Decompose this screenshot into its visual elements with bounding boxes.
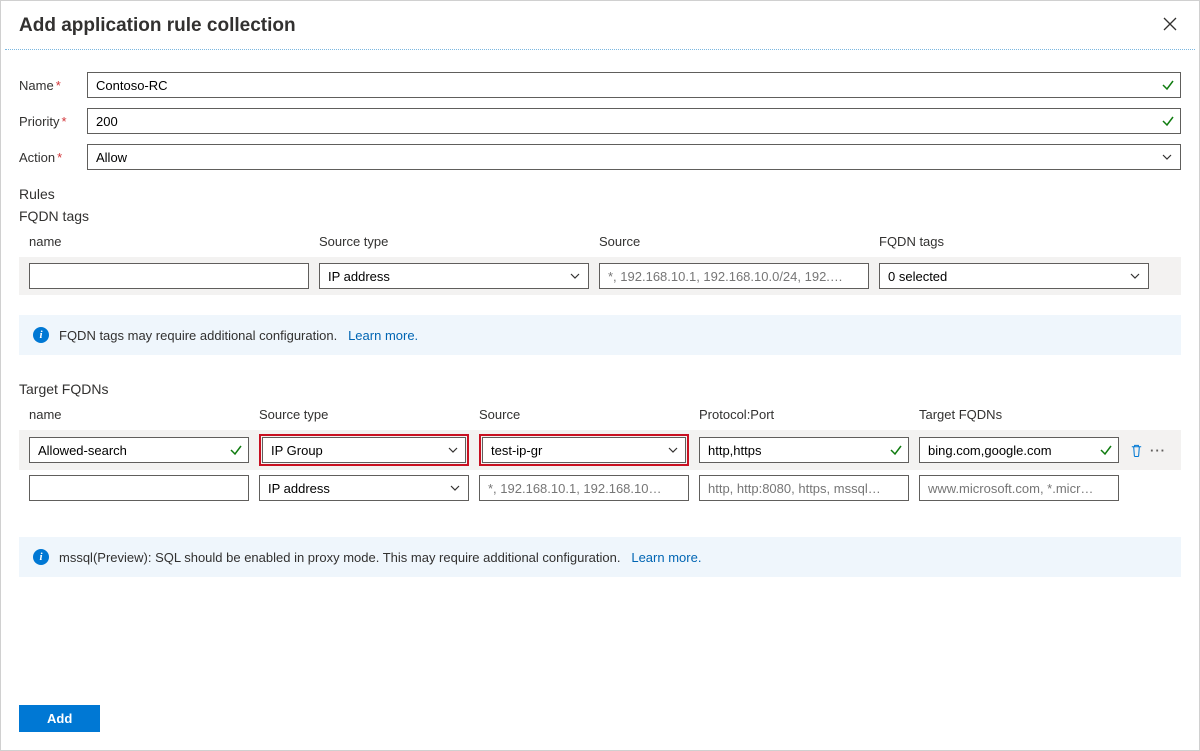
priority-field[interactable] [87, 108, 1181, 134]
action-select[interactable] [87, 144, 1181, 170]
panel-title: Add application rule collection [19, 15, 296, 37]
row-action: Action* [19, 144, 1181, 170]
info-icon: i [33, 549, 49, 565]
tfqdn-name-field[interactable] [29, 475, 249, 501]
col-header-fqdn-tags: FQDN tags [879, 234, 1149, 249]
action-label: Action* [19, 150, 87, 165]
col-header-name: name [29, 234, 309, 249]
learn-more-link[interactable]: Learn more. [348, 328, 418, 343]
tfqdn-target-fqdns-field[interactable] [919, 437, 1119, 463]
col-header-source-type: Source type [319, 234, 589, 249]
col-header-source: Source [479, 407, 689, 422]
name-field[interactable] [87, 72, 1181, 98]
col-header-target-fqdns: Target FQDNs [919, 407, 1119, 422]
more-icon[interactable]: ··· [1150, 443, 1166, 458]
tfqdn-protocol-port-field[interactable] [699, 475, 909, 501]
panel-body: Name* Priority* Action* [1, 50, 1199, 691]
fqdn-tag-source-field[interactable] [599, 263, 869, 289]
target-fqdn-row [19, 470, 1181, 505]
panel-header: Add application rule collection [1, 1, 1199, 49]
row-priority: Priority* [19, 108, 1181, 134]
fqdn-tags-table-header: name Source type Source FQDN tags [19, 234, 1181, 257]
add-application-rule-collection-panel: Add application rule collection Name* Pr… [0, 0, 1200, 751]
row-name: Name* [19, 72, 1181, 98]
target-fqdn-row: ··· [19, 430, 1181, 470]
fqdn-tags-heading: FQDN tags [19, 208, 1181, 224]
info-icon: i [33, 327, 49, 343]
tfqdn-source-select[interactable] [482, 437, 686, 463]
fqdn-tag-tags-select[interactable] [879, 263, 1149, 289]
add-button[interactable]: Add [19, 705, 100, 732]
target-fqdns-heading: Target FQDNs [19, 381, 1181, 397]
delete-icon[interactable] [1129, 443, 1144, 458]
fqdn-tags-row [19, 257, 1181, 295]
tfqdn-source-field[interactable] [479, 475, 689, 501]
close-icon[interactable] [1159, 15, 1181, 33]
priority-label: Priority* [19, 114, 87, 129]
tfqdn-source-type-select[interactable] [262, 437, 466, 463]
target-fqdns-table-header: name Source type Source Protocol:Port Ta… [19, 407, 1181, 430]
fqdn-tags-info-banner: i FQDN tags may require additional confi… [19, 315, 1181, 355]
col-header-source: Source [599, 234, 869, 249]
col-header-protocol-port: Protocol:Port [699, 407, 909, 422]
tfqdn-source-type-select[interactable] [259, 475, 469, 501]
col-header-source-type: Source type [259, 407, 469, 422]
rules-heading: Rules [19, 186, 1181, 202]
target-fqdns-info-banner: i mssql(Preview): SQL should be enabled … [19, 537, 1181, 577]
name-label: Name* [19, 78, 87, 93]
info-text: mssql(Preview): SQL should be enabled in… [59, 550, 620, 565]
learn-more-link[interactable]: Learn more. [631, 550, 701, 565]
col-header-name: name [29, 407, 249, 422]
fqdn-tag-source-type-select[interactable] [319, 263, 589, 289]
panel-footer: Add [1, 691, 1199, 750]
info-text: FQDN tags may require additional configu… [59, 328, 337, 343]
tfqdn-protocol-port-field[interactable] [699, 437, 909, 463]
fqdn-tag-name-field[interactable] [29, 263, 309, 289]
tfqdn-target-fqdns-field[interactable] [919, 475, 1119, 501]
tfqdn-name-field[interactable] [29, 437, 249, 463]
